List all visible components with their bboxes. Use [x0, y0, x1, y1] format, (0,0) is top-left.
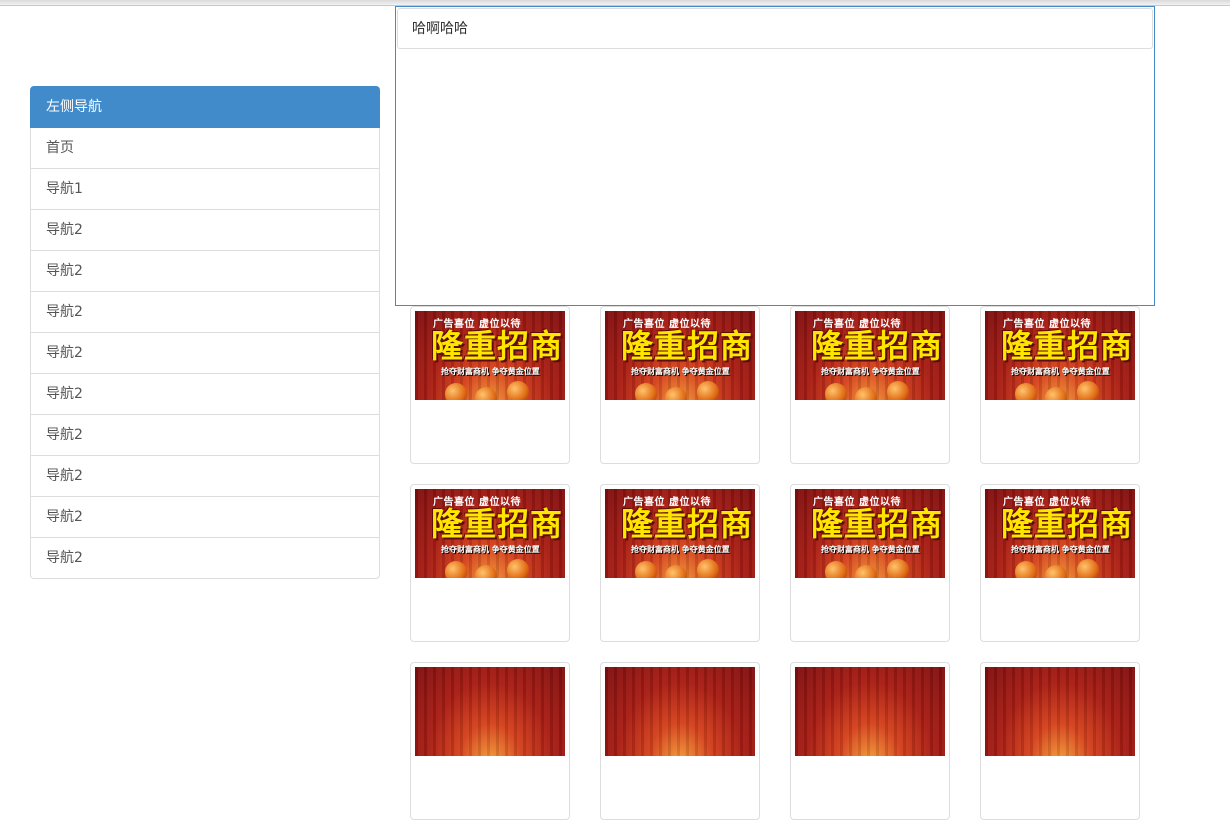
ad-decoration [435, 377, 545, 400]
ad-banner-image[interactable]: 广告喜位 虚位以待 隆重招商 抢夺财富商机 争夺黄金位置 [795, 311, 945, 400]
ad-title: 隆重招商 [621, 327, 754, 365]
ad-title: 隆重招商 [431, 505, 564, 543]
ad-title: 隆重招商 [1001, 327, 1134, 365]
ad-title: 隆重招商 [811, 327, 944, 365]
ad-subtitle: 抢夺财富商机 争夺黄金位置 [1011, 545, 1110, 554]
ad-decoration [815, 555, 925, 578]
thumbnail[interactable]: 广告喜位 虚位以待 隆重招商 抢夺财富商机 争夺黄金位置 [410, 306, 570, 464]
ad-subtitle: 抢夺财富商机 争夺黄金位置 [821, 367, 920, 376]
thumbnail[interactable] [980, 662, 1140, 820]
thumbnail[interactable]: 广告喜位 虚位以待 隆重招商 抢夺财富商机 争夺黄金位置 [600, 484, 760, 642]
ad-subtitle: 抢夺财富商机 争夺黄金位置 [821, 545, 920, 554]
sidebar-item-nav2[interactable]: 导航2 [30, 538, 380, 579]
ad-banner-image[interactable]: 广告喜位 虚位以待 隆重招商 抢夺财富商机 争夺黄金位置 [415, 311, 565, 400]
ad-banner-image[interactable] [415, 667, 565, 756]
thumbnail[interactable] [600, 662, 760, 820]
ad-decoration [625, 377, 735, 400]
thumbnail[interactable]: 广告喜位 虚位以待 隆重招商 抢夺财富商机 争夺黄金位置 [410, 484, 570, 642]
ad-title: 隆重招商 [431, 327, 564, 365]
sidebar-item-nav2[interactable]: 导航2 [30, 333, 380, 374]
ad-title: 隆重招商 [811, 505, 944, 543]
ad-decoration [815, 377, 925, 400]
ad-banner-image[interactable]: 广告喜位 虚位以待 隆重招商 抢夺财富商机 争夺黄金位置 [795, 489, 945, 578]
thumbnail[interactable]: 广告喜位 虚位以待 隆重招商 抢夺财富商机 争夺黄金位置 [600, 306, 760, 464]
ad-subtitle: 抢夺财富商机 争夺黄金位置 [631, 545, 730, 554]
ad-banner-image[interactable]: 广告喜位 虚位以待 隆重招商 抢夺财富商机 争夺黄金位置 [985, 311, 1135, 400]
ad-banner-image[interactable]: 广告喜位 虚位以待 隆重招商 抢夺财富商机 争夺黄金位置 [605, 489, 755, 578]
ad-decoration [435, 555, 545, 578]
ad-banner-image[interactable]: 广告喜位 虚位以待 隆重招商 抢夺财富商机 争夺黄金位置 [415, 489, 565, 578]
ad-subtitle: 抢夺财富商机 争夺黄金位置 [631, 367, 730, 376]
ad-banner-image[interactable] [605, 667, 755, 756]
thumbnail[interactable]: 广告喜位 虚位以待 隆重招商 抢夺财富商机 争夺黄金位置 [790, 306, 950, 464]
thumbnail[interactable] [410, 662, 570, 820]
ad-subtitle: 抢夺财富商机 争夺黄金位置 [441, 367, 540, 376]
ad-subtitle: 抢夺财富商机 争夺黄金位置 [1011, 367, 1110, 376]
ad-decoration [625, 555, 735, 578]
sidebar-item-nav2[interactable]: 导航2 [30, 251, 380, 292]
ad-banner-image[interactable] [985, 667, 1135, 756]
sidebar-item-nav2[interactable]: 导航2 [30, 415, 380, 456]
left-sidebar-nav: 左侧导航 首页 导航1 导航2 导航2 导航2 导航2 导航2 导航2 导航2 … [30, 86, 380, 579]
thumbnail-grid: 广告喜位 虚位以待 隆重招商 抢夺财富商机 争夺黄金位置 广告喜位 虚位以待 隆… [410, 306, 1150, 820]
sidebar-item-nav2[interactable]: 导航2 [30, 210, 380, 251]
thumbnail[interactable]: 广告喜位 虚位以待 隆重招商 抢夺财富商机 争夺黄金位置 [980, 306, 1140, 464]
sidebar-item-nav2[interactable]: 导航2 [30, 374, 380, 415]
thumbnail[interactable]: 广告喜位 虚位以待 隆重招商 抢夺财富商机 争夺黄金位置 [790, 484, 950, 642]
ad-subtitle: 抢夺财富商机 争夺黄金位置 [441, 545, 540, 554]
sidebar-item-nav2[interactable]: 导航2 [30, 292, 380, 333]
ad-decoration [1005, 377, 1115, 400]
sidebar-item-nav1[interactable]: 导航1 [30, 169, 380, 210]
thumbnail[interactable] [790, 662, 950, 820]
sidebar-header[interactable]: 左侧导航 [30, 86, 380, 128]
content-panel: 哈啊哈哈 [395, 6, 1155, 306]
ad-title: 隆重招商 [1001, 505, 1134, 543]
sidebar-item-nav2[interactable]: 导航2 [30, 497, 380, 538]
ad-title: 隆重招商 [621, 505, 754, 543]
thumbnail[interactable]: 广告喜位 虚位以待 隆重招商 抢夺财富商机 争夺黄金位置 [980, 484, 1140, 642]
sidebar-item-nav2[interactable]: 导航2 [30, 456, 380, 497]
ad-banner-image[interactable]: 广告喜位 虚位以待 隆重招商 抢夺财富商机 争夺黄金位置 [985, 489, 1135, 578]
ad-banner-image[interactable] [795, 667, 945, 756]
sidebar-item-home[interactable]: 首页 [30, 128, 380, 169]
ad-decoration [1005, 555, 1115, 578]
panel-heading: 哈啊哈哈 [397, 8, 1153, 49]
ad-banner-image[interactable]: 广告喜位 虚位以待 隆重招商 抢夺财富商机 争夺黄金位置 [605, 311, 755, 400]
